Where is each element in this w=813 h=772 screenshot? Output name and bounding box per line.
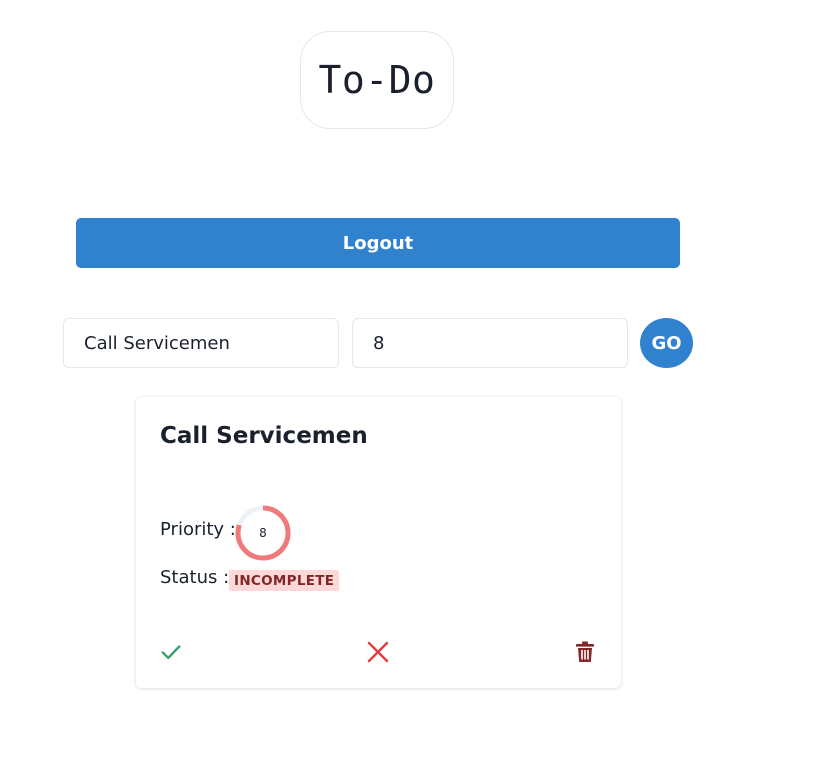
- priority-label: Priority :: [160, 519, 236, 540]
- mark-incomplete-button[interactable]: [366, 640, 390, 664]
- todo-title-input[interactable]: [63, 318, 339, 368]
- todo-priority-input[interactable]: [352, 318, 628, 368]
- complete-button[interactable]: [159, 640, 183, 664]
- todo-page: To-Do Logout GO Call Servicemen Priority…: [0, 0, 813, 772]
- priority-value: 8: [259, 526, 267, 540]
- trash-icon: [576, 641, 594, 662]
- app-title-box: To-Do: [300, 31, 454, 129]
- delete-button[interactable]: [573, 640, 597, 664]
- app-title: To-Do: [318, 58, 436, 102]
- priority-ring: 8: [235, 505, 291, 561]
- status-badge: INCOMPLETE: [229, 570, 340, 591]
- go-button[interactable]: GO: [640, 318, 693, 368]
- logout-button[interactable]: Logout: [76, 218, 680, 268]
- close-icon: [367, 641, 389, 663]
- todo-card: Call Servicemen Priority : 8 Status : IN…: [136, 397, 621, 688]
- check-icon: [161, 645, 181, 660]
- status-label: Status :: [160, 567, 230, 588]
- todo-card-title: Call Servicemen: [160, 423, 368, 449]
